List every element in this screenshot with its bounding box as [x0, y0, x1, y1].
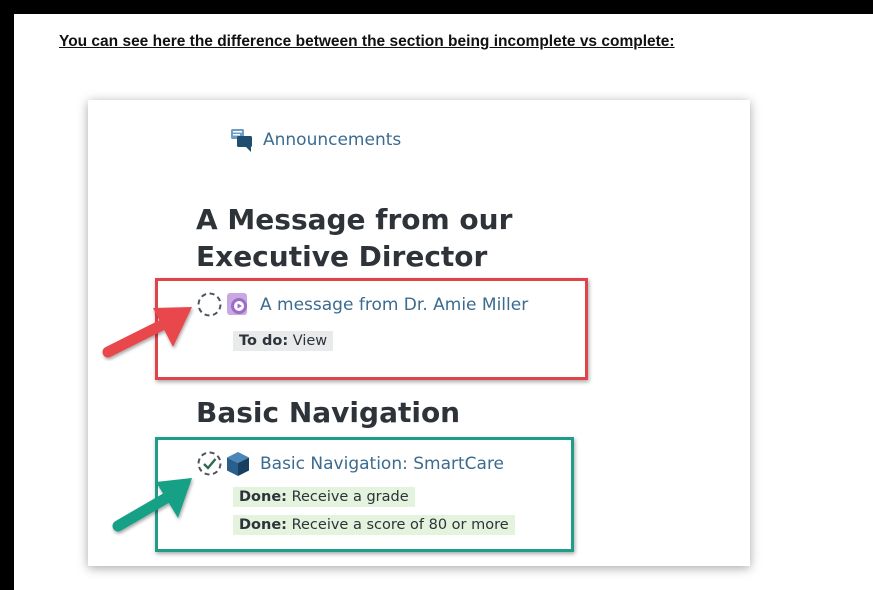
requirement-value: Receive a score of 80 or more [291, 517, 509, 533]
scorm-package-cube-icon [227, 451, 249, 476]
requirement-value: Receive a grade [291, 489, 409, 505]
announcements-link[interactable]: Announcements [230, 127, 401, 153]
activity-link-smartcare[interactable]: Basic Navigation: SmartCare [260, 454, 504, 474]
complete-check-circle-icon [197, 451, 222, 476]
requirement-badge-done: Done: Receive a grade [233, 487, 415, 507]
section-title-basic-navigation: Basic Navigation [196, 396, 461, 429]
activity-link-message[interactable]: A message from Dr. Amie Miller [260, 295, 528, 315]
frame-border-top [0, 0, 873, 14]
requirement-label: Done: [239, 517, 287, 533]
section-title-executive-director: A Message from our Executive Director [196, 203, 513, 273]
requirement-badge-done: Done: Receive a score of 80 or more [233, 515, 515, 535]
requirement-label: To do: [239, 333, 289, 349]
activity-basic-navigation-smartcare[interactable]: Basic Navigation: SmartCare [196, 450, 504, 477]
video-play-icon [227, 292, 247, 315]
announcements-chat-icon [231, 129, 252, 152]
requirement-value: View [292, 333, 328, 349]
green-arrow-icon [112, 478, 192, 532]
caption: You can see here the difference between … [59, 33, 675, 50]
red-arrow-icon [102, 307, 192, 358]
activity-message-from-director[interactable]: A message from Dr. Amie Miller [196, 291, 528, 318]
requirement-badge-todo: To do: View [233, 331, 334, 351]
incomplete-highlight-box: A message from Dr. Amie Miller To do: Vi… [155, 278, 588, 380]
complete-highlight-box: Basic Navigation: SmartCare Done: Receiv… [155, 437, 574, 552]
requirement-label: Done: [239, 489, 287, 505]
announcements-label: Announcements [263, 130, 402, 150]
incomplete-dashed-circle-icon [197, 292, 222, 317]
frame-border-left [0, 0, 14, 590]
